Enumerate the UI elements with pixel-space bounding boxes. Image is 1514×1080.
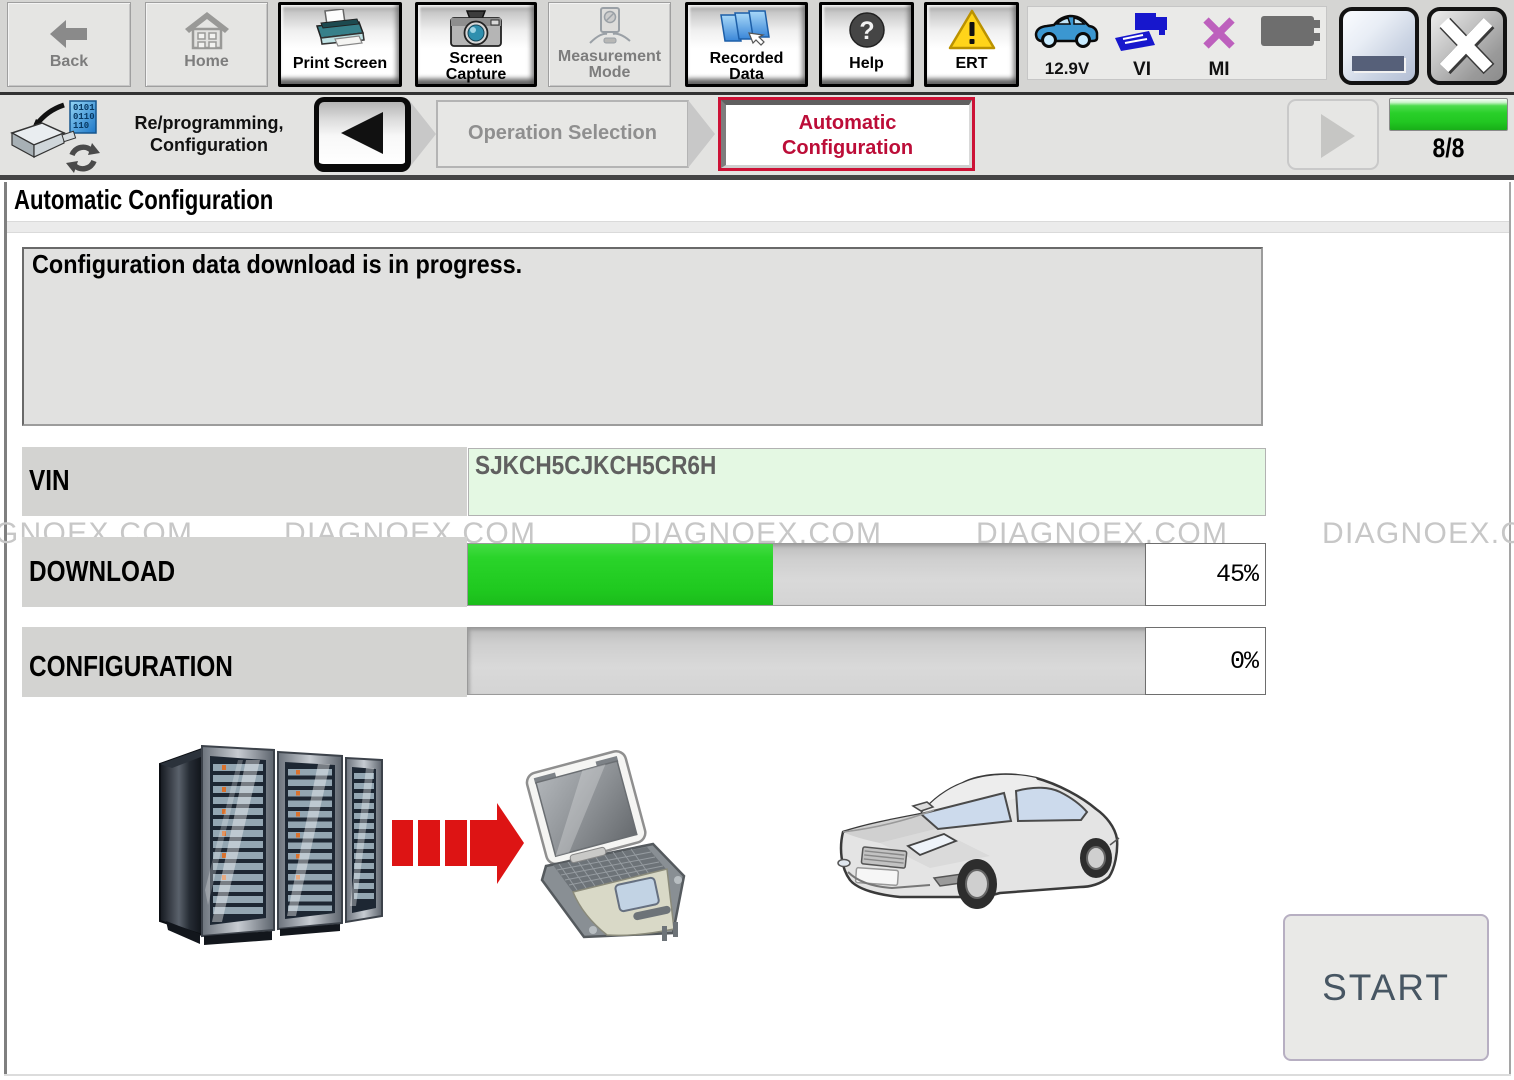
- svg-text:?: ?: [859, 17, 874, 45]
